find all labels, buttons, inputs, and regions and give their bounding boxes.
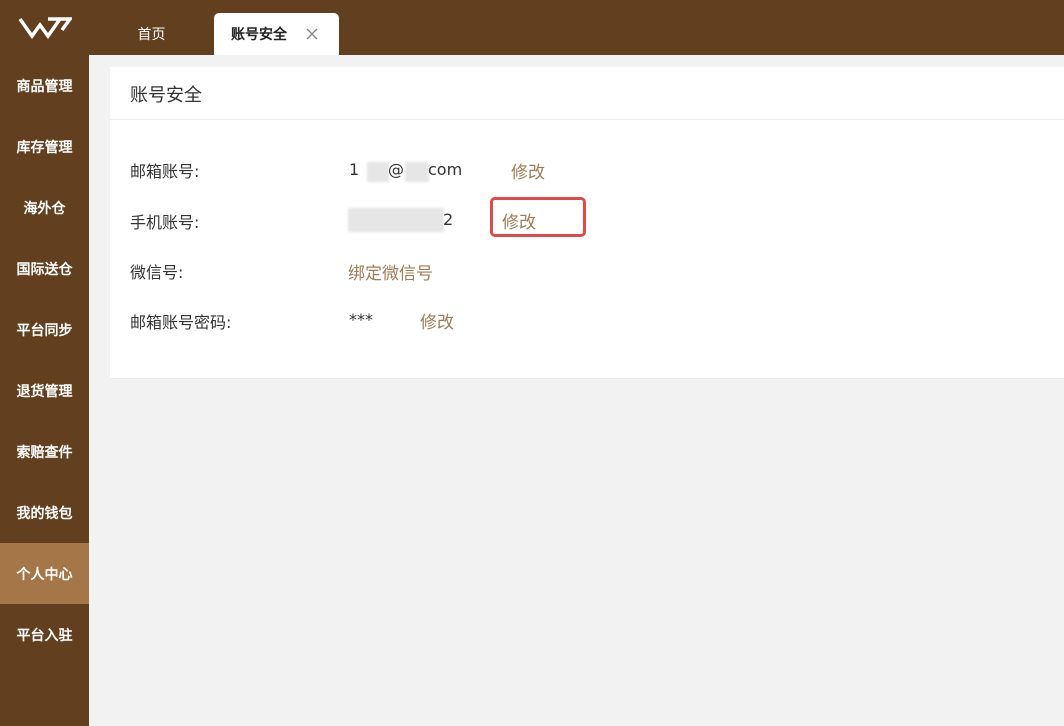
sidebar-item-inventory-management[interactable]: 库存管理 — [0, 116, 89, 177]
top-bar: 首页 账号安全 — [0, 0, 1064, 55]
tab-account-security[interactable]: 账号安全 — [214, 13, 339, 55]
sidebar-item-label: 我的钱包 — [16, 505, 73, 522]
close-icon[interactable] — [304, 26, 320, 42]
sidebar-item-label: 海外仓 — [23, 200, 66, 217]
sidebar-item-returns-management[interactable]: 退货管理 — [0, 360, 89, 421]
page-title: 账号安全 — [130, 85, 202, 106]
sidebar-item-label: 个人中心 — [16, 566, 73, 583]
email-value-at: @ — [388, 160, 404, 179]
email-value-start: 1 — [349, 160, 360, 179]
tab-home[interactable]: 首页 — [89, 13, 214, 55]
edit-password-link[interactable]: 修改 — [420, 308, 454, 333]
sidebar-item-platform-onboarding[interactable]: 平台入驻 — [0, 604, 89, 665]
card-header: 账号安全 — [110, 67, 1064, 120]
sidebar-item-personal-center[interactable]: 个人中心 — [0, 543, 89, 604]
redacted-phone-number — [348, 208, 444, 232]
redacted-email-domain — [405, 162, 429, 182]
sidebar-item-claims[interactable]: 索赔查件 — [0, 421, 89, 482]
bind-wechat-link[interactable]: 绑定微信号 — [348, 259, 433, 284]
sidebar-item-wallet[interactable]: 我的钱包 — [0, 482, 89, 543]
phone-value-end: 2 — [443, 210, 454, 229]
tab-home-label: 首页 — [137, 27, 166, 43]
redacted-email-part — [367, 162, 389, 182]
sidebar-item-label: 平台入驻 — [16, 627, 73, 644]
sidebar-item-label: 索赔查件 — [16, 444, 73, 461]
sidebar-item-label: 国际送仓 — [16, 261, 73, 278]
logo-icon — [18, 16, 72, 39]
sidebar-item-overseas-warehouse[interactable]: 海外仓 — [0, 177, 89, 238]
sidebar: 商品管理 库存管理 海外仓 国际送仓 平台同步 退货管理 索赔查件 我的钱包 个… — [0, 55, 89, 726]
highlight-box — [490, 197, 586, 237]
sidebar-item-label: 商品管理 — [16, 78, 73, 95]
email-password-value: *** — [349, 310, 373, 329]
logo[interactable] — [0, 0, 89, 55]
email-value-end: com — [428, 160, 463, 179]
wechat-label: 微信号: — [130, 263, 184, 282]
account-security-card: 账号安全 邮箱账号: 1 @ com 修改 手机账号: 2 修改 微信号: 绑定… — [110, 67, 1064, 379]
phone-account-label: 手机账号: — [130, 213, 200, 232]
sidebar-item-platform-sync[interactable]: 平台同步 — [0, 299, 89, 360]
tab-account-security-label: 账号安全 — [231, 27, 287, 43]
sidebar-item-product-management[interactable]: 商品管理 — [0, 55, 89, 116]
sidebar-item-label: 平台同步 — [16, 322, 73, 339]
email-account-label: 邮箱账号: — [130, 162, 200, 181]
sidebar-item-label: 库存管理 — [16, 139, 73, 156]
sidebar-item-label: 退货管理 — [16, 383, 73, 400]
email-password-label: 邮箱账号密码: — [130, 313, 232, 332]
edit-email-link[interactable]: 修改 — [511, 158, 545, 183]
sidebar-item-international-delivery[interactable]: 国际送仓 — [0, 238, 89, 299]
